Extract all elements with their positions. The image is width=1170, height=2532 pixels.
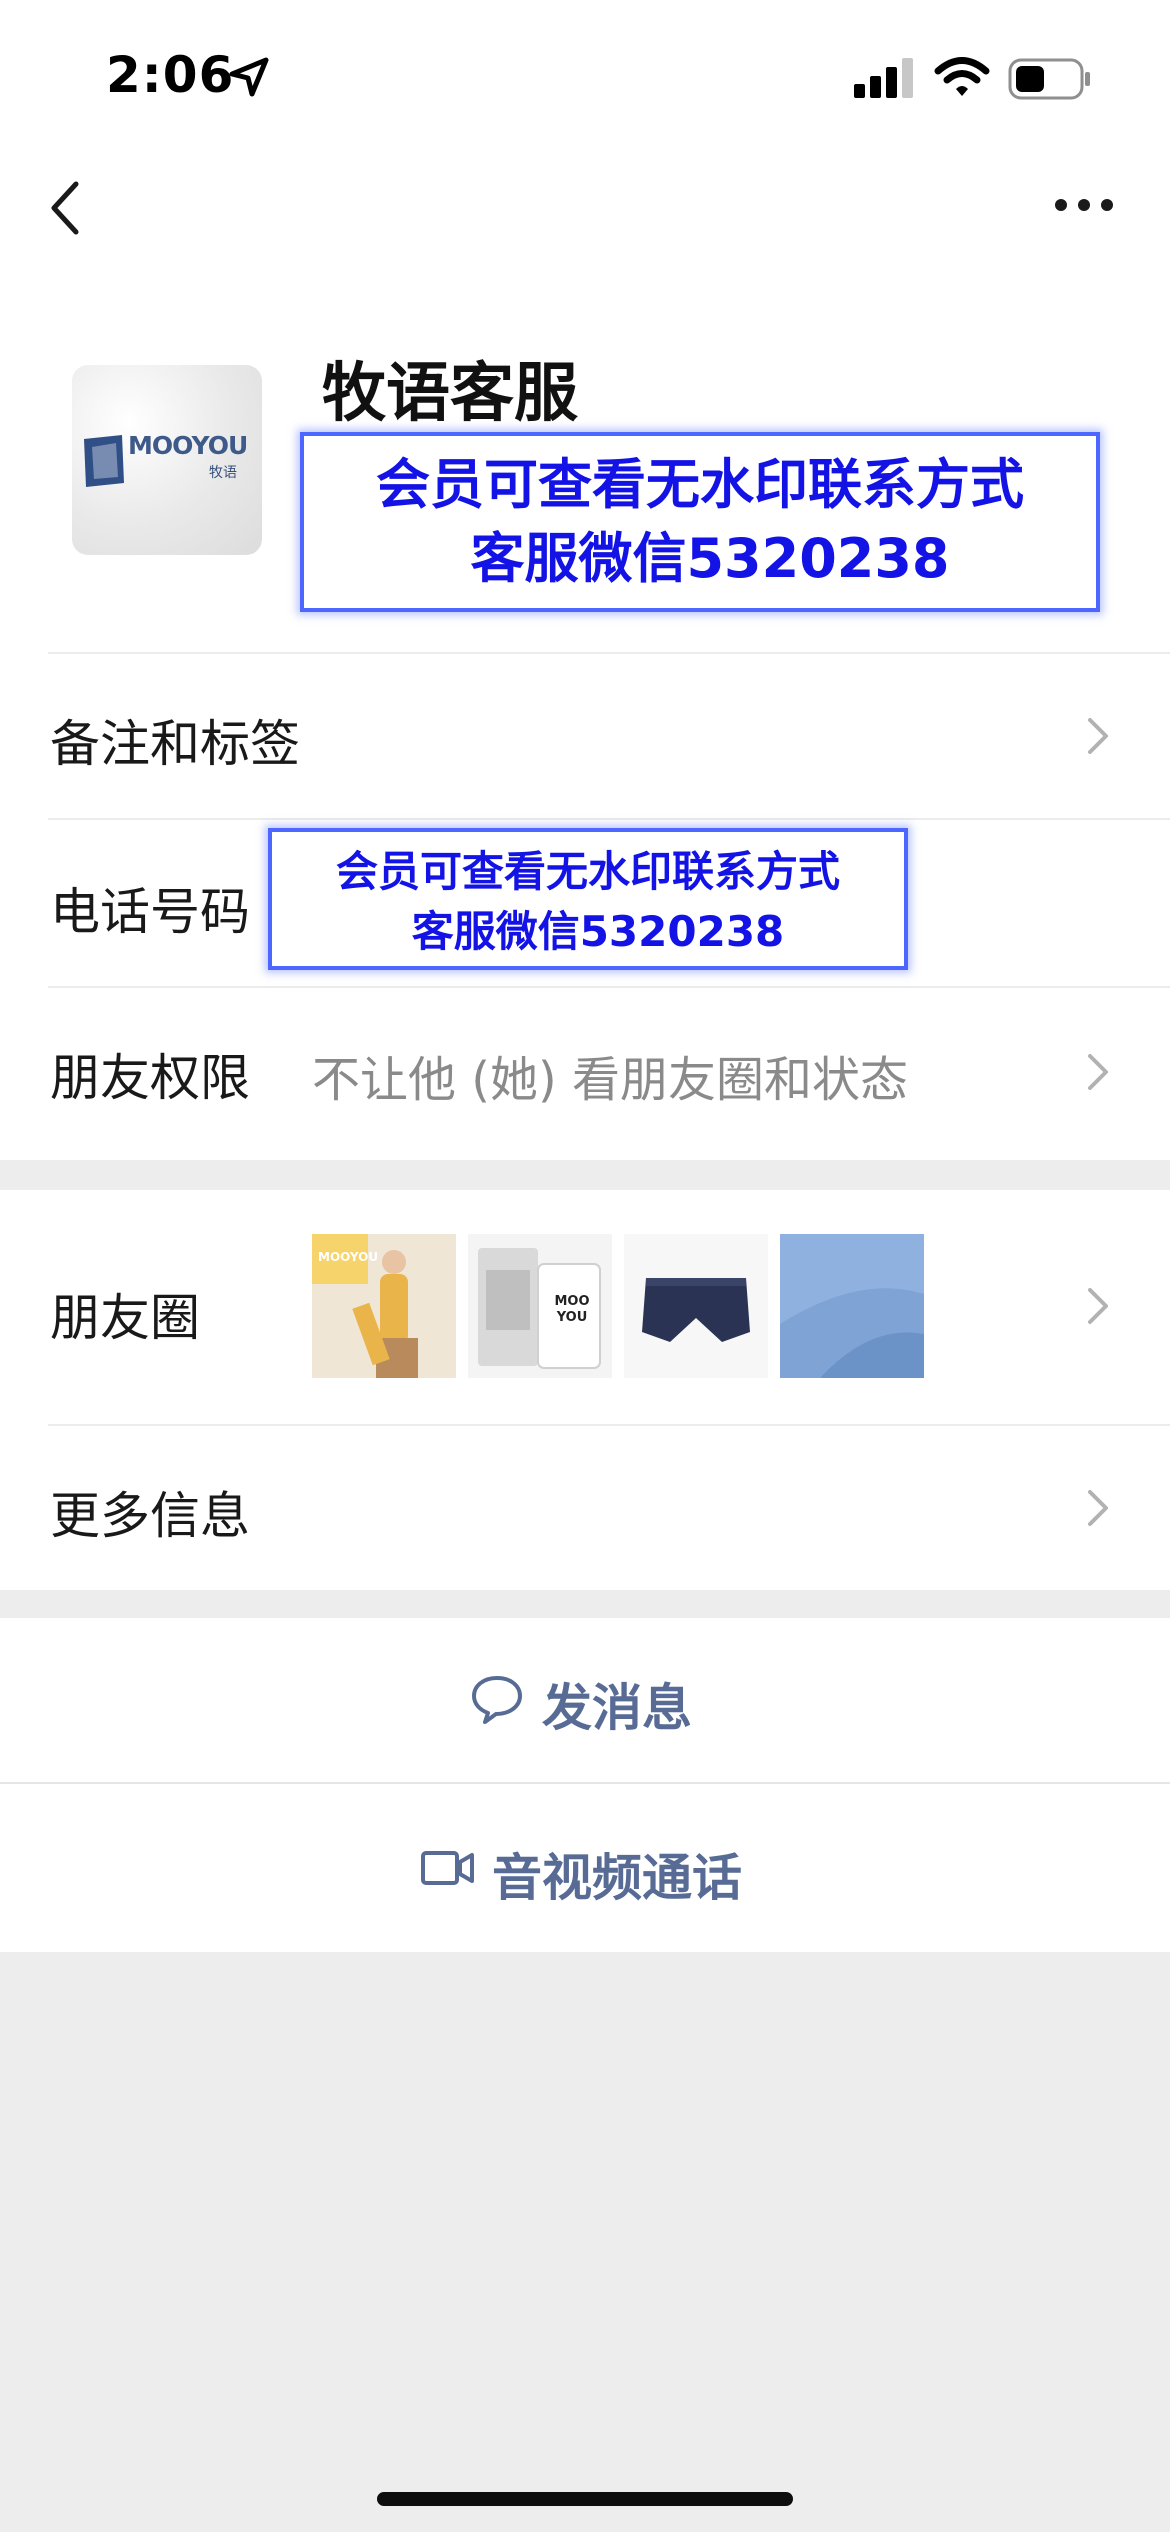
row-more-info-label: 更多信息 (50, 1487, 250, 1545)
row-permission-value: 不让他 (她) 看朋友圈和状态 (312, 1052, 908, 1108)
mooyou-logo-icon (84, 435, 124, 487)
section-gap (0, 1590, 1170, 1618)
moments-thumbnail[interactable]: MOOYOU (312, 1234, 456, 1378)
av-call-label: 音视频通话 (492, 1849, 742, 1907)
moments-thumbnail[interactable] (624, 1234, 768, 1378)
row-friend-permission[interactable]: 朋友权限 不让他 (她) 看朋友圈和状态 (0, 988, 1170, 1154)
location-arrow-icon (229, 57, 269, 97)
thumbnail-caption: MOOYOU (318, 1250, 379, 1264)
chevron-right-icon (1088, 1490, 1108, 1526)
av-call-button[interactable]: 音视频通话 (0, 1784, 1170, 1952)
phone-watermark-line-1: 会员可查看无水印联系方式 (335, 847, 840, 896)
packaging-photo-icon (468, 1234, 612, 1378)
watermark-line-2: 客服微信5320238 (470, 527, 950, 590)
status-time: 2:06 (106, 46, 235, 104)
chat-bubble-icon (472, 1676, 522, 1724)
phone-watermark-line-2: 客服微信5320238 (411, 907, 785, 956)
video-camera-icon (421, 1851, 474, 1885)
battery-icon (1008, 58, 1090, 100)
contact-avatar[interactable]: MOOYOU 牧语 (72, 365, 262, 555)
send-message-button[interactable]: 发消息 (0, 1618, 1170, 1782)
row-remark-tags[interactable]: 备注和标签 (0, 654, 1170, 820)
wifi-icon (934, 57, 990, 96)
row-moments-label: 朋友圈 (50, 1289, 200, 1347)
send-message-label: 发消息 (542, 1679, 692, 1737)
row-permission-label: 朋友权限 (50, 1049, 250, 1107)
row-more-info[interactable]: 更多信息 (0, 1426, 1170, 1590)
back-chevron-icon[interactable] (46, 180, 86, 236)
row-phone-label: 电话号码 (50, 883, 250, 941)
thumbnail-caption: MOO YOU (554, 1294, 590, 1325)
watermark-banner: 会员可查看无水印联系方式 客服微信5320238 (300, 432, 1100, 612)
more-options-icon[interactable] (1054, 198, 1114, 212)
fabric-photo-icon (780, 1234, 924, 1378)
avatar-sub-text: 牧语 (209, 465, 237, 481)
cellular-signal-icon (854, 58, 913, 98)
avatar-brand-text: MOOYOU (128, 431, 248, 460)
moments-thumbnail[interactable]: MOO YOU (468, 1234, 612, 1378)
row-remark-label: 备注和标签 (50, 715, 300, 773)
moments-thumbnail[interactable] (780, 1234, 924, 1378)
underwear-photo-icon (624, 1234, 768, 1378)
watermark-line-1: 会员可查看无水印联系方式 (376, 453, 1024, 516)
chevron-right-icon (1088, 1054, 1108, 1090)
chevron-right-icon (1088, 1288, 1108, 1324)
nav-bar (0, 160, 1170, 250)
contact-name: 牧语客服 (322, 357, 578, 431)
section-gap (0, 1160, 1170, 1190)
phone-watermark-banner: 会员可查看无水印联系方式 客服微信5320238 (268, 828, 908, 970)
chevron-right-icon (1088, 718, 1108, 754)
profile-page: 2:06 MOOYOU 牧语 牧语客服 会员可查看无水印联系方式 客服微信532… (0, 0, 1170, 1590)
status-bar: 2:06 (0, 0, 1170, 150)
home-indicator (377, 2492, 793, 2506)
